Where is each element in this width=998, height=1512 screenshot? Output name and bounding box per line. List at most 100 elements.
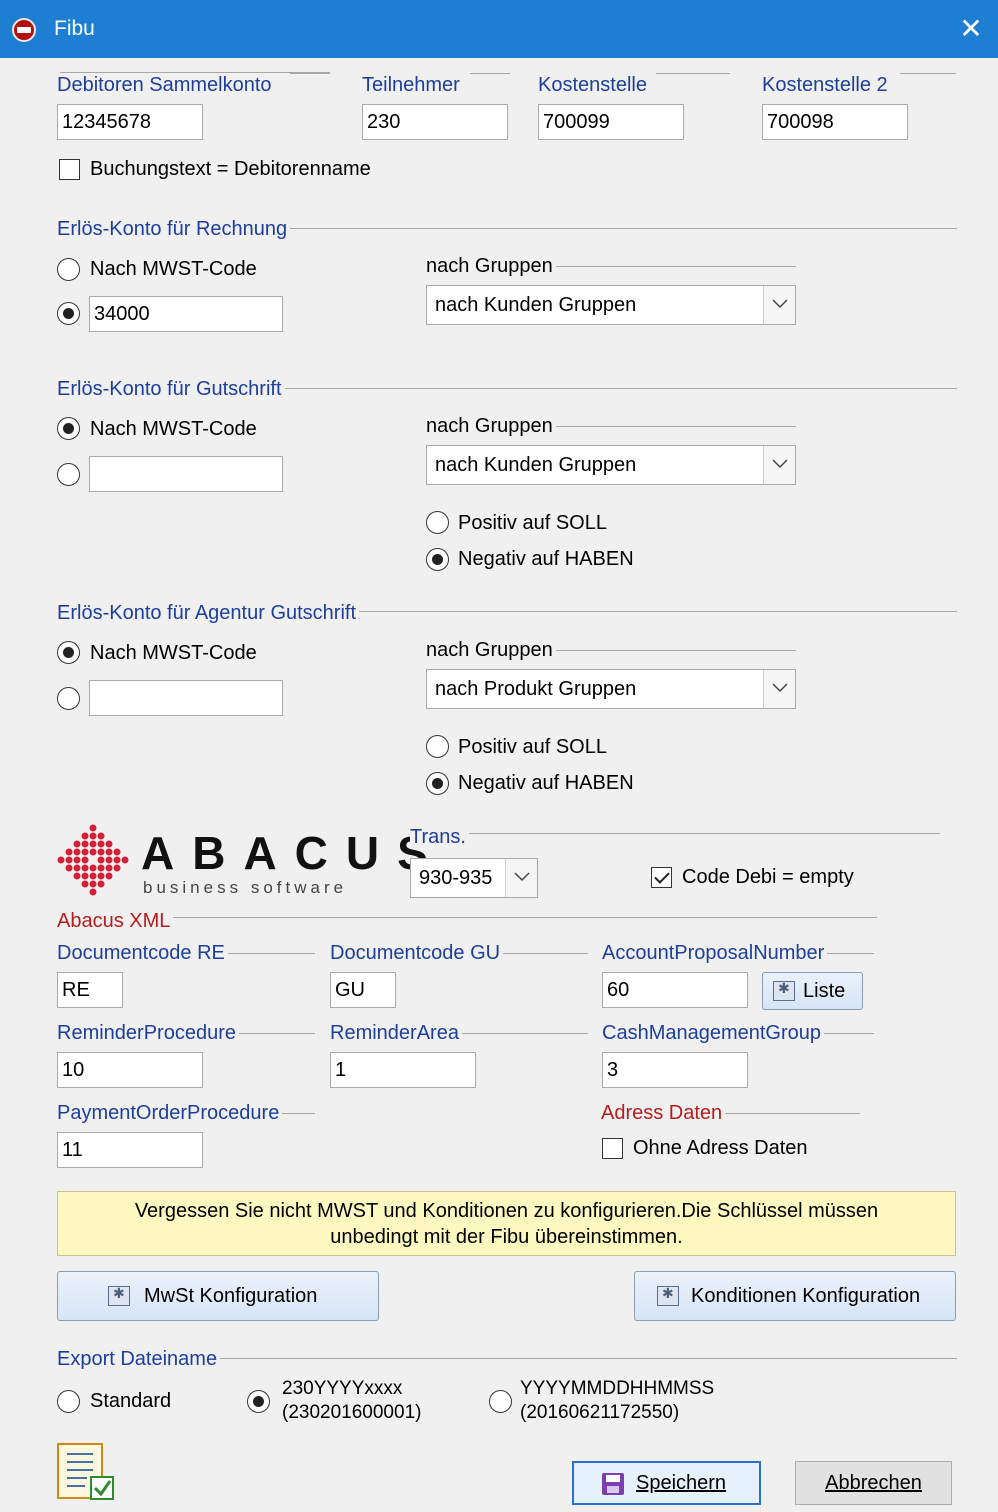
liste-button[interactable]: Liste [762, 972, 863, 1010]
rechnung-gruppen-label: nach Gruppen [426, 254, 556, 278]
doc-gu-label: Documentcode GU [330, 941, 504, 965]
trans-select[interactable]: 930-935 [410, 858, 538, 898]
window-title: Fibu [54, 17, 95, 40]
ohne-adress-checkbox[interactable] [602, 1138, 623, 1159]
note-line-2: unbedingt mit der Fibu übereinstimmen. [330, 1226, 683, 1248]
abbrechen-button[interactable]: Abbrechen [795, 1461, 952, 1505]
cash-management-input[interactable]: 3 [602, 1052, 748, 1088]
export-timestamp-radio[interactable] [489, 1390, 512, 1413]
gutschrift-negativ-label: Negativ auf HABEN [458, 548, 634, 570]
teilnehmer-input[interactable]: 230 [362, 104, 508, 140]
abacus-logo-tagline: business software [143, 878, 348, 897]
agentur-mwst-label: Nach MWST-Code [90, 642, 257, 664]
rechnung-konto-input[interactable]: 34000 [89, 296, 283, 332]
rechnung-gruppen-select[interactable]: nach Kunden Gruppen [426, 285, 796, 325]
abacus-logo-word: ABACUS [141, 827, 446, 879]
reminder-area-label: ReminderArea [330, 1021, 462, 1045]
doc-gu-input[interactable]: GU [330, 972, 396, 1008]
export-timestamp-format: YYYYMMDDHHMMSS [520, 1378, 715, 1399]
reminder-area-input[interactable]: 1 [330, 1052, 476, 1088]
agentur-negativ-label: Negativ auf HABEN [458, 772, 634, 794]
agentur-positiv-radio[interactable] [426, 735, 449, 758]
gutschrift-konto-input[interactable] [89, 456, 283, 492]
kostenstelle-label: Kostenstelle [538, 73, 650, 97]
dialog-body: Debitoren Sammelkonto 12345678 Teilnehme… [0, 58, 998, 1512]
gutschrift-gruppen-value: nach Kunden Gruppen [435, 454, 637, 476]
trans-value: 930-935 [419, 867, 493, 889]
code-debi-label: Code Debi = empty [682, 866, 854, 888]
checklist-icon[interactable] [55, 1441, 121, 1505]
export-teilnehmer-radio[interactable] [247, 1390, 270, 1413]
agentur-section-title: Erlös-Konto für Agentur Gutschrift [57, 601, 360, 625]
speichern-button[interactable]: Speichern [572, 1461, 761, 1505]
reminder-procedure-input[interactable]: 10 [57, 1052, 203, 1088]
floppy-disk-icon [602, 1473, 624, 1495]
config-reminder-note: Vergessen Sie nicht MWST und Konditionen… [57, 1191, 956, 1256]
agentur-negativ-radio[interactable] [426, 772, 449, 795]
chevron-down-icon[interactable] [763, 286, 795, 324]
export-section-title: Export Dateiname [57, 1347, 221, 1371]
buchungstext-checkbox[interactable] [59, 159, 80, 180]
gear-icon [773, 980, 795, 1001]
agentur-konto-input[interactable] [89, 680, 283, 716]
rechnung-mwst-radio[interactable] [57, 258, 80, 281]
note-line-1: Vergessen Sie nicht MWST und Konditionen… [134, 1200, 879, 1222]
abacus-xml-title: Abacus XML [57, 909, 174, 933]
trans-label: Trans. [410, 825, 469, 849]
export-standard-label: Standard [90, 1390, 172, 1412]
kostenstelle2-label: Kostenstelle 2 [762, 73, 891, 97]
close-icon[interactable]: ✕ [944, 0, 998, 58]
mwst-konfiguration-label: MwSt Konfiguration [144, 1285, 318, 1307]
rechnung-mwst-label: Nach MWST-Code [90, 258, 257, 280]
agentur-mwst-radio[interactable] [57, 641, 80, 664]
agentur-positiv-label: Positiv auf SOLL [458, 736, 607, 758]
rechnung-konto-radio[interactable] [57, 302, 80, 325]
liste-button-label: Liste [803, 980, 846, 1002]
gear-icon [657, 1285, 679, 1306]
gutschrift-mwst-radio[interactable] [57, 417, 80, 440]
agentur-gruppen-value: nach Produkt Gruppen [435, 678, 637, 700]
doc-re-label: Documentcode RE [57, 941, 228, 965]
account-proposal-input[interactable]: 60 [602, 972, 748, 1008]
konditionen-konfiguration-button[interactable]: Konditionen Konfiguration [634, 1271, 956, 1321]
chevron-down-icon[interactable] [505, 859, 537, 897]
gear-icon [108, 1285, 130, 1306]
ohne-adress-label: Ohne Adress Daten [633, 1137, 808, 1159]
payment-order-input[interactable]: 11 [57, 1132, 203, 1168]
rechnung-section-title: Erlös-Konto für Rechnung [57, 217, 291, 241]
payment-order-label: PaymentOrderProcedure [57, 1101, 283, 1125]
code-debi-checkbox[interactable] [651, 867, 672, 888]
title-bar: Fibu ✕ [0, 0, 998, 58]
export-teilnehmer-example: (230201600001) [282, 1402, 422, 1423]
doc-re-input[interactable]: RE [57, 972, 123, 1008]
abacus-logo: ABACUS business software [55, 820, 428, 900]
debitoren-input[interactable]: 12345678 [57, 104, 203, 140]
export-timestamp-example: (20160621172550) [520, 1402, 680, 1423]
gutschrift-section-title: Erlös-Konto für Gutschrift [57, 377, 285, 401]
mwst-konfiguration-button[interactable]: MwSt Konfiguration [57, 1271, 379, 1321]
adress-daten-title: Adress Daten [601, 1101, 726, 1125]
konditionen-konfiguration-label: Konditionen Konfiguration [691, 1285, 921, 1307]
agentur-gruppen-select[interactable]: nach Produkt Gruppen [426, 669, 796, 709]
gutschrift-gruppen-label: nach Gruppen [426, 414, 556, 438]
gutschrift-negativ-radio[interactable] [426, 548, 449, 571]
reminder-procedure-label: ReminderProcedure [57, 1021, 239, 1045]
export-standard-radio[interactable] [57, 1390, 80, 1413]
gutschrift-gruppen-select[interactable]: nach Kunden Gruppen [426, 445, 796, 485]
chevron-down-icon[interactable] [763, 670, 795, 708]
gutschrift-konto-radio[interactable] [57, 463, 80, 486]
kostenstelle2-input[interactable]: 700098 [762, 104, 908, 140]
kostenstelle-input[interactable]: 700099 [538, 104, 684, 140]
agentur-gruppen-label: nach Gruppen [426, 638, 556, 662]
export-teilnehmer-format: 230YYYYxxxx [282, 1378, 403, 1399]
cash-management-label: CashManagementGroup [602, 1021, 825, 1045]
debitoren-label: Debitoren Sammelkonto [57, 73, 275, 97]
speichern-label: Speichern [636, 1472, 727, 1494]
agentur-konto-radio[interactable] [57, 687, 80, 710]
account-proposal-label: AccountProposalNumber [602, 941, 828, 965]
abacus-logo-mark [57, 824, 129, 896]
rechnung-gruppen-value: nach Kunden Gruppen [435, 294, 637, 316]
buchungstext-label: Buchungstext = Debitorenname [90, 158, 371, 180]
gutschrift-positiv-radio[interactable] [426, 511, 449, 534]
chevron-down-icon[interactable] [763, 446, 795, 484]
